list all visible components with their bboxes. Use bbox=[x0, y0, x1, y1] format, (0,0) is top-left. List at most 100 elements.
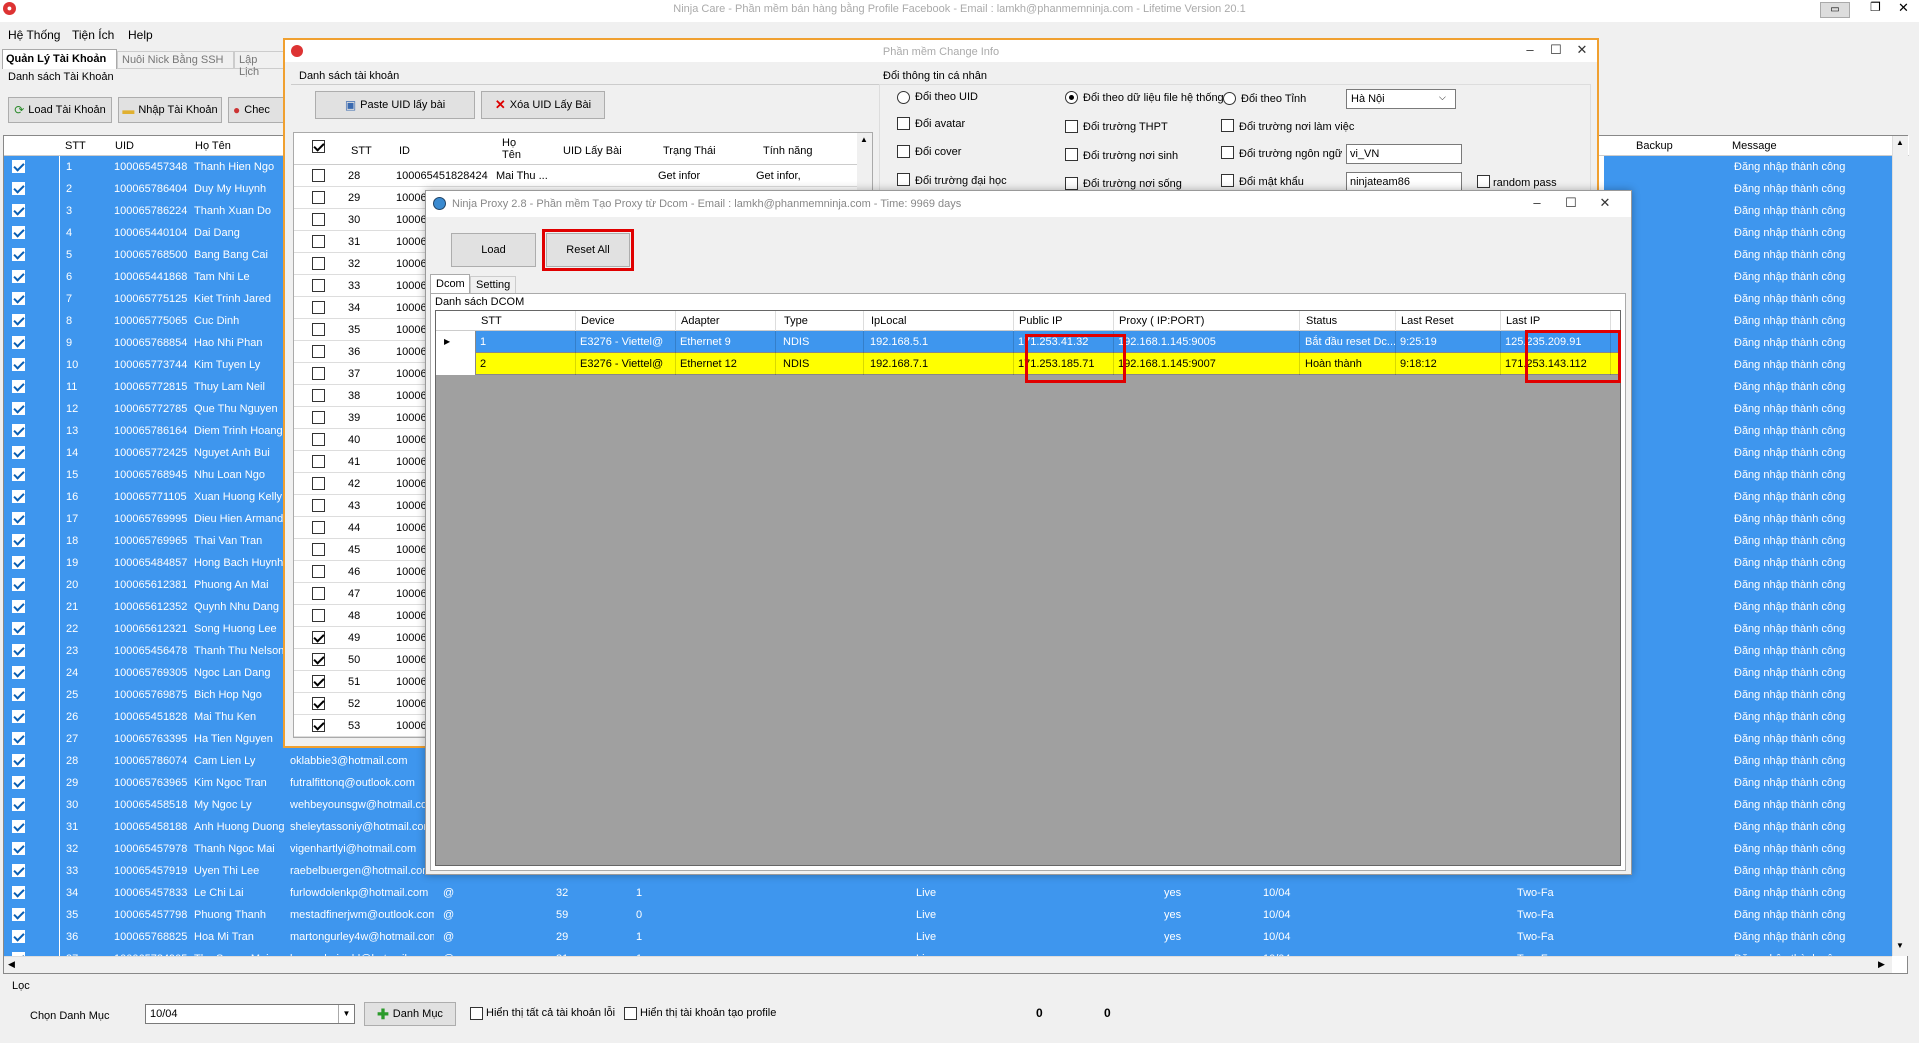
password-input[interactable]: ninjateam86 bbox=[1346, 172, 1462, 192]
work-checkbox[interactable] bbox=[1221, 119, 1234, 132]
restore-icon[interactable]: ❐ bbox=[1870, 0, 1881, 14]
row-checkbox[interactable] bbox=[12, 622, 25, 635]
close-icon[interactable]: ✕ bbox=[1567, 42, 1597, 58]
select-all-checkbox[interactable] bbox=[312, 140, 325, 153]
row-checkbox[interactable] bbox=[12, 226, 25, 239]
row-checkbox[interactable] bbox=[312, 521, 325, 534]
table-row[interactable]: 35 100065457798 Phuong Thanh mestadfinerjwm… bbox=[4, 904, 1892, 926]
row-checkbox[interactable] bbox=[12, 270, 25, 283]
load-button[interactable]: Load bbox=[451, 233, 536, 267]
row-checkbox[interactable] bbox=[312, 301, 325, 314]
row-checkbox[interactable] bbox=[12, 182, 25, 195]
row-checkbox[interactable] bbox=[12, 688, 25, 701]
row-checkbox[interactable] bbox=[312, 389, 325, 402]
row-checkbox[interactable] bbox=[12, 204, 25, 217]
scroll-down-icon[interactable]: ▼ bbox=[1896, 941, 1904, 950]
language-checkbox[interactable] bbox=[1221, 146, 1234, 159]
tab-quan-ly[interactable]: Quản Lý Tài Khoản bbox=[2, 49, 117, 69]
show-error-checkbox[interactable] bbox=[470, 1007, 483, 1020]
close-icon[interactable]: ✕ bbox=[1590, 195, 1620, 211]
horizontal-scrollbar[interactable]: ◀ ▶ bbox=[4, 956, 1892, 973]
menu-tien-ich[interactable]: Tiện Ích bbox=[72, 28, 114, 42]
row-checkbox[interactable] bbox=[312, 411, 325, 424]
row-checkbox[interactable] bbox=[312, 279, 325, 292]
reset-all-button[interactable]: Reset All bbox=[542, 229, 634, 271]
row-checkbox[interactable] bbox=[12, 710, 25, 723]
delete-uid-button[interactable]: ✕ Xóa UID Lấy Bài bbox=[481, 91, 605, 119]
row-checkbox[interactable] bbox=[12, 798, 25, 811]
table-row[interactable]: 34 100065457833 Le Chi Lai furlowdolenkp@ho… bbox=[4, 882, 1892, 904]
row-checkbox[interactable] bbox=[12, 600, 25, 613]
row-checkbox[interactable] bbox=[312, 323, 325, 336]
row-checkbox[interactable] bbox=[312, 697, 325, 710]
category-select[interactable]: 10/04 ▼ bbox=[145, 1004, 355, 1024]
scroll-right-icon[interactable]: ▶ bbox=[1878, 959, 1885, 970]
radio-system[interactable] bbox=[1065, 91, 1078, 104]
row-checkbox[interactable] bbox=[12, 446, 25, 459]
radio-uid[interactable] bbox=[897, 91, 910, 104]
dcom-grid[interactable]: STT Device Adapter Type IpLocal Public IP Prox… bbox=[435, 310, 1621, 866]
row-checkbox[interactable] bbox=[312, 587, 325, 600]
tab-nuoi-nick[interactable]: Nuôi Nick Bằng SSH bbox=[117, 51, 234, 69]
row-checkbox[interactable] bbox=[12, 424, 25, 437]
vertical-scrollbar[interactable]: ▲ ▼ bbox=[1892, 136, 1908, 956]
row-selector[interactable]: ▶ bbox=[436, 331, 476, 353]
row-checkbox[interactable] bbox=[12, 248, 25, 261]
row-checkbox[interactable] bbox=[312, 631, 325, 644]
language-input[interactable]: vi_VN bbox=[1346, 144, 1462, 164]
row-checkbox[interactable] bbox=[12, 512, 25, 525]
row-checkbox[interactable] bbox=[312, 213, 325, 226]
row-checkbox[interactable] bbox=[12, 644, 25, 657]
row-checkbox[interactable] bbox=[12, 358, 25, 371]
row-checkbox[interactable] bbox=[312, 455, 325, 468]
show-profile-checkbox[interactable] bbox=[624, 1007, 637, 1020]
row-checkbox[interactable] bbox=[12, 754, 25, 767]
table-row[interactable]: 36 100065768825 Hoa Mi Tran martongurley4w@… bbox=[4, 926, 1892, 948]
close-icon[interactable]: ✕ bbox=[1898, 0, 1909, 16]
minimize-icon[interactable]: – bbox=[1522, 195, 1552, 210]
chevron-down-icon[interactable]: ⌵ bbox=[1439, 92, 1446, 103]
add-category-button[interactable]: ✚ Danh Mục bbox=[364, 1002, 456, 1026]
table-row[interactable]: 37100065784905Thu Suong Maibrummhaimdd@h… bbox=[4, 948, 1892, 956]
row-checkbox[interactable] bbox=[312, 433, 325, 446]
row-checkbox[interactable] bbox=[12, 886, 25, 899]
row-checkbox[interactable] bbox=[312, 543, 325, 556]
ci-first-row[interactable]: 28 100065451828424 Mai Thu ... Get infor… bbox=[294, 165, 872, 187]
row-checkbox[interactable] bbox=[312, 565, 325, 578]
row-checkbox[interactable] bbox=[312, 367, 325, 380]
import-accounts-button[interactable]: ▬ Nhập Tài Khoản bbox=[118, 97, 222, 123]
menu-help[interactable]: Help bbox=[128, 28, 153, 42]
radio-province[interactable] bbox=[1223, 92, 1236, 105]
row-checkbox[interactable] bbox=[12, 732, 25, 745]
row-checkbox[interactable] bbox=[312, 609, 325, 622]
row-checkbox[interactable] bbox=[12, 908, 25, 921]
row-checkbox[interactable] bbox=[312, 719, 325, 732]
row-checkbox[interactable] bbox=[12, 490, 25, 503]
tab-lap-lich[interactable]: Lập Lịch bbox=[234, 51, 284, 78]
row-checkbox[interactable] bbox=[12, 380, 25, 393]
row-checkbox[interactable] bbox=[12, 578, 25, 591]
scroll-up-icon[interactable]: ▲ bbox=[1896, 138, 1904, 147]
row-checkbox[interactable] bbox=[12, 534, 25, 547]
row-checkbox[interactable] bbox=[12, 314, 25, 327]
avatar-checkbox[interactable] bbox=[897, 117, 910, 130]
row-checkbox[interactable] bbox=[12, 776, 25, 789]
university-checkbox[interactable] bbox=[897, 173, 910, 186]
row-checkbox[interactable] bbox=[12, 820, 25, 833]
row-checkbox[interactable] bbox=[12, 666, 25, 679]
row-checkbox[interactable] bbox=[12, 842, 25, 855]
row-selector[interactable] bbox=[436, 353, 476, 375]
password-checkbox[interactable] bbox=[1221, 174, 1234, 187]
province-select[interactable]: Hà Nội ⌵ bbox=[1346, 89, 1456, 109]
minimize-icon[interactable]: ▭ bbox=[1820, 2, 1850, 18]
row-checkbox[interactable] bbox=[12, 160, 25, 173]
scroll-up-icon[interactable]: ▲ bbox=[860, 135, 868, 144]
row-checkbox[interactable] bbox=[12, 292, 25, 305]
check-button[interactable]: ● Chec bbox=[228, 97, 288, 123]
row-checkbox[interactable] bbox=[312, 675, 325, 688]
row-checkbox[interactable] bbox=[12, 468, 25, 481]
paste-uid-button[interactable]: ▣ Paste UID lấy bài bbox=[315, 91, 475, 119]
random-pass-checkbox[interactable] bbox=[1477, 175, 1490, 188]
birth-checkbox[interactable] bbox=[1065, 148, 1078, 161]
row-checkbox[interactable] bbox=[312, 257, 325, 270]
